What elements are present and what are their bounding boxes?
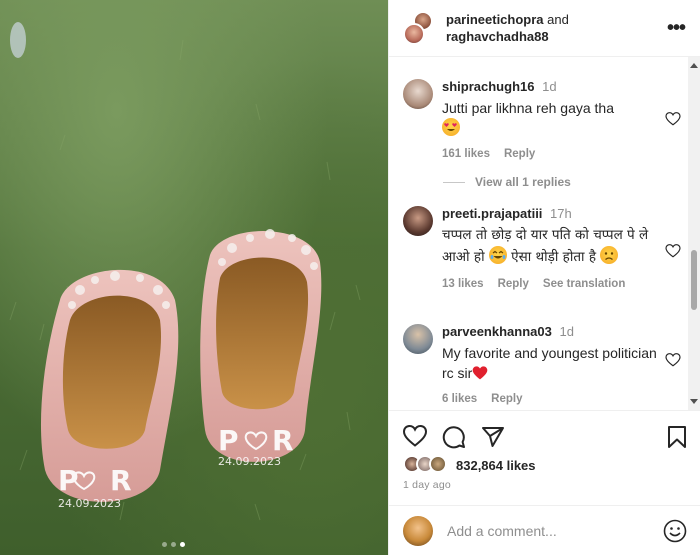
- worried-emoji-icon: [600, 246, 619, 264]
- red-heart-emoji-icon: [473, 366, 488, 380]
- comment-likes[interactable]: 161 likes: [442, 148, 490, 160]
- avatar[interactable]: [429, 455, 447, 473]
- svg-text:R: R: [272, 424, 294, 457]
- carousel-indicator: [162, 542, 185, 547]
- comment-likes[interactable]: 13 likes: [442, 278, 484, 290]
- reply-button[interactable]: Reply: [491, 393, 522, 405]
- like-comment-heart-icon[interactable]: [665, 244, 681, 258]
- post-authors: parineetichopra and raghavchadha88: [446, 11, 664, 45]
- post-timestamp[interactable]: 1 day ago: [403, 479, 451, 491]
- comment-username[interactable]: parveenkhanna03: [442, 324, 552, 339]
- scroll-down-arrow-icon[interactable]: [690, 399, 698, 404]
- scroll-thumb[interactable]: [691, 250, 697, 310]
- scroll-up-arrow-icon[interactable]: [690, 63, 698, 68]
- carousel-dot-active[interactable]: [180, 542, 185, 547]
- svg-text:24.09.2023: 24.09.2023: [58, 497, 121, 510]
- comment-username[interactable]: shiprachugh16: [442, 79, 534, 94]
- post-header: parineetichopra and raghavchadha88 •••: [389, 0, 700, 57]
- comment-username[interactable]: preeti.prajapatiii: [442, 206, 542, 221]
- reply-button[interactable]: Reply: [504, 148, 535, 160]
- author-username-2[interactable]: raghavchadha88: [446, 29, 549, 44]
- add-comment-bar: [389, 505, 700, 555]
- comment-time[interactable]: 17h: [550, 206, 572, 221]
- heart-icon[interactable]: [403, 425, 427, 447]
- like-comment-heart-icon[interactable]: [665, 112, 681, 126]
- post-photo[interactable]: P R 24.09.2023 P R 24.09.2023: [0, 0, 388, 555]
- collab-avatars[interactable]: [403, 11, 433, 45]
- laughing-emoji-icon: [488, 246, 507, 264]
- divider: [443, 181, 465, 183]
- likes-count[interactable]: 832,864 likes: [456, 458, 536, 473]
- avatar[interactable]: [403, 324, 433, 354]
- comment-item: shiprachugh16 1d Jutti par likhna reh ga…: [403, 79, 683, 160]
- send-icon[interactable]: [481, 425, 505, 449]
- author-conjunction: and: [547, 12, 569, 27]
- author-username-1[interactable]: parineetichopra: [446, 12, 544, 27]
- comments-list: shiprachugh16 1d Jutti par likhna reh ga…: [389, 57, 689, 410]
- comment-text-content-2: ऐसा थोड़ी होता है: [511, 249, 597, 265]
- avatar[interactable]: [403, 23, 425, 45]
- svg-text:R: R: [110, 464, 132, 497]
- comment-text: चप्पल तो छोड़ दो यार पति को चप्पल पे ले …: [442, 225, 683, 268]
- view-replies-label: View all 1 replies: [475, 175, 571, 189]
- shoes-illustration: P R 24.09.2023 P R 24.09.2023: [9, 22, 361, 521]
- likes-summary[interactable]: 832,864 likes: [403, 455, 536, 475]
- shoe-initials-right: P: [218, 424, 239, 457]
- shoe-date: 24.09.2023: [218, 455, 281, 468]
- post-panel: parineetichopra and raghavchadha88 ••• s…: [388, 0, 700, 555]
- comment-item: parveenkhanna03 1d My favorite and young…: [403, 324, 683, 405]
- liker-avatars[interactable]: [403, 455, 453, 475]
- comment-text-content: Jutti par likhna reh gaya tha: [442, 100, 614, 116]
- comment-time[interactable]: 1d: [559, 324, 573, 339]
- comments-scrollbar[interactable]: [688, 57, 700, 410]
- comment-input[interactable]: [447, 522, 663, 539]
- reply-button[interactable]: Reply: [498, 278, 529, 290]
- carousel-dot[interactable]: [162, 542, 167, 547]
- action-bar: [403, 425, 687, 449]
- more-horizontal-icon[interactable]: •••: [664, 17, 688, 40]
- comment-time[interactable]: 1d: [542, 79, 556, 94]
- avatar[interactable]: [403, 79, 433, 109]
- post-actions: 832,864 likes 1 day ago: [389, 410, 700, 505]
- comment-text: Jutti par likhna reh gaya tha: [442, 98, 683, 138]
- heart-eyes-emoji-icon: [442, 118, 460, 136]
- carousel-dot[interactable]: [171, 542, 176, 547]
- like-comment-heart-icon[interactable]: [665, 353, 681, 367]
- bookmark-icon[interactable]: [667, 425, 687, 449]
- comment-text: My favorite and youngest politician rc s…: [442, 343, 683, 383]
- comment-item: preeti.prajapatiii 17h चप्पल तो छोड़ दो …: [403, 206, 683, 290]
- emoji-icon[interactable]: [663, 519, 687, 543]
- comment-likes[interactable]: 6 likes: [442, 393, 477, 405]
- see-translation-button[interactable]: See translation: [543, 278, 625, 290]
- avatar[interactable]: [403, 206, 433, 236]
- avatar: [403, 515, 433, 546]
- view-replies-button[interactable]: View all 1 replies: [443, 175, 571, 189]
- comment-icon[interactable]: [442, 425, 466, 449]
